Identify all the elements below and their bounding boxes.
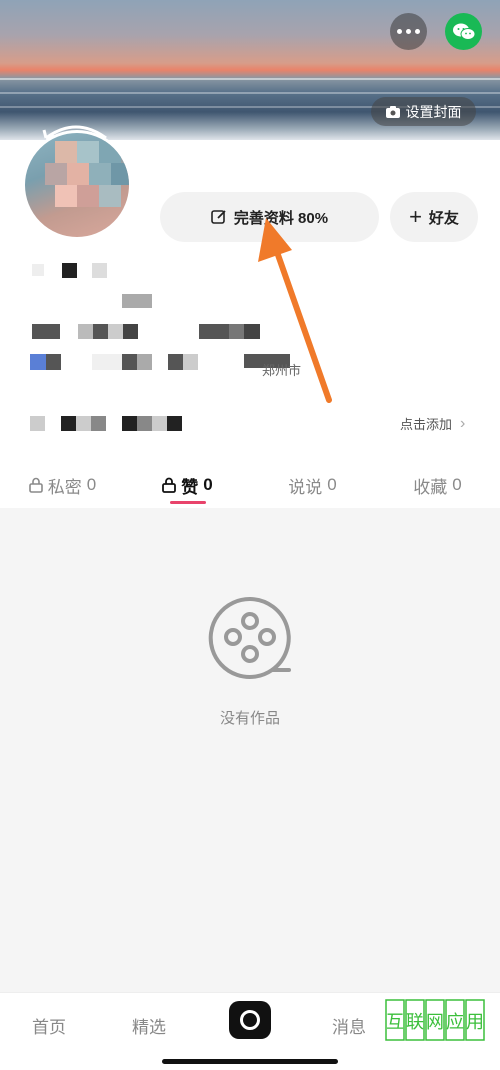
content-area: [0, 508, 500, 992]
svg-text:联: 联: [406, 1012, 424, 1033]
film-reel-icon: [208, 596, 291, 679]
tab-likes[interactable]: 赞 0: [125, 462, 250, 508]
svg-text:用: 用: [466, 1012, 484, 1033]
tab-favorites-count: 0: [452, 475, 462, 494]
lock-icon: [28, 477, 43, 493]
tab-private-label: 私密: [47, 477, 82, 497]
home-indicator: [162, 1059, 338, 1064]
location-text: 郑州市: [262, 363, 302, 378]
set-cover-button[interactable]: 设置封面: [371, 97, 476, 126]
empty-state-text: 没有作品: [219, 710, 280, 727]
tab-posts[interactable]: 说说 0: [250, 462, 375, 508]
avatar[interactable]: [22, 130, 132, 240]
content-tabs: 私密 0 赞 0 说说 0 收藏 0: [0, 462, 500, 508]
add-info-label: 点击添加: [400, 417, 453, 432]
complete-profile-label: 完善资料 80%: [233, 209, 329, 227]
tab-private[interactable]: 私密 0: [0, 462, 125, 508]
complete-profile-button[interactable]: 完善资料 80%: [160, 192, 379, 242]
tab-private-count: 0: [86, 475, 97, 494]
add-friend-button[interactable]: + 好友: [390, 192, 478, 242]
more-options-button[interactable]: [390, 13, 427, 50]
tab-posts-count: 0: [327, 475, 337, 494]
chevron-right-icon: ›: [460, 414, 466, 432]
bottom-nav: 首页 精选 消息 互 联 网 应 用: [0, 992, 500, 1070]
svg-text:网: 网: [426, 1012, 444, 1033]
nav-messages[interactable]: 消息: [332, 1013, 366, 1038]
camera-capture-icon: [240, 1010, 260, 1030]
tab-favorites-label: 收藏: [413, 477, 448, 497]
svg-text:应: 应: [446, 1012, 464, 1033]
plus-icon: +: [409, 204, 422, 229]
wechat-share-button[interactable]: [445, 13, 482, 50]
add-info-link[interactable]: 点击添加 ›: [400, 414, 465, 433]
camera-icon: [385, 105, 400, 118]
set-cover-label: 设置封面: [405, 103, 462, 120]
more-dots-icon: [397, 29, 420, 34]
avatar-rotate-icon: [42, 125, 107, 140]
nav-home[interactable]: 首页: [32, 1013, 66, 1038]
watermark-logo: 互 联 网 应 用: [385, 999, 485, 1041]
tab-likes-label: 赞: [181, 477, 199, 497]
capture-button[interactable]: [229, 1001, 271, 1039]
nav-featured[interactable]: 精选: [132, 1013, 166, 1038]
tab-likes-count: 0: [203, 475, 213, 494]
tab-favorites[interactable]: 收藏 0: [375, 462, 500, 508]
edit-icon: [211, 210, 226, 224]
lock-icon: [162, 477, 177, 493]
wechat-icon: [452, 23, 475, 40]
add-friend-label: 好友: [428, 209, 459, 227]
redacted-id: [122, 294, 152, 308]
tab-posts-label: 说说: [288, 477, 323, 497]
svg-text:互: 互: [386, 1012, 404, 1033]
